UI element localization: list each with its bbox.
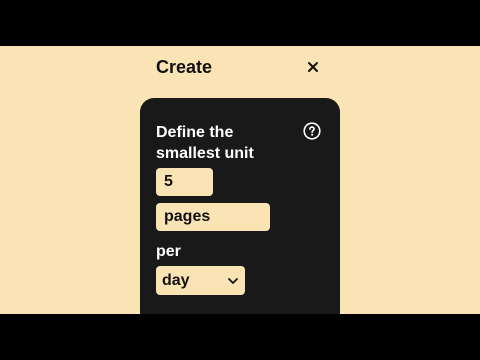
- per-label: per: [156, 243, 181, 260]
- period-select-value: day: [162, 272, 190, 289]
- card-title: Define the smallest unit: [156, 124, 254, 162]
- amount-input[interactable]: [156, 168, 213, 196]
- page-title: Create: [156, 57, 213, 77]
- help-button[interactable]: [303, 122, 321, 140]
- period-select[interactable]: day: [156, 266, 245, 295]
- help-circle-icon: [303, 122, 321, 140]
- header: Create: [0, 46, 480, 88]
- chevron-down-icon: [227, 275, 239, 287]
- unit-input[interactable]: [156, 203, 270, 231]
- close-icon: [308, 62, 318, 72]
- create-screen: Create Define the smallest unit per day: [0, 46, 480, 314]
- define-unit-card: Define the smallest unit per day: [140, 98, 340, 314]
- close-button[interactable]: [302, 56, 324, 78]
